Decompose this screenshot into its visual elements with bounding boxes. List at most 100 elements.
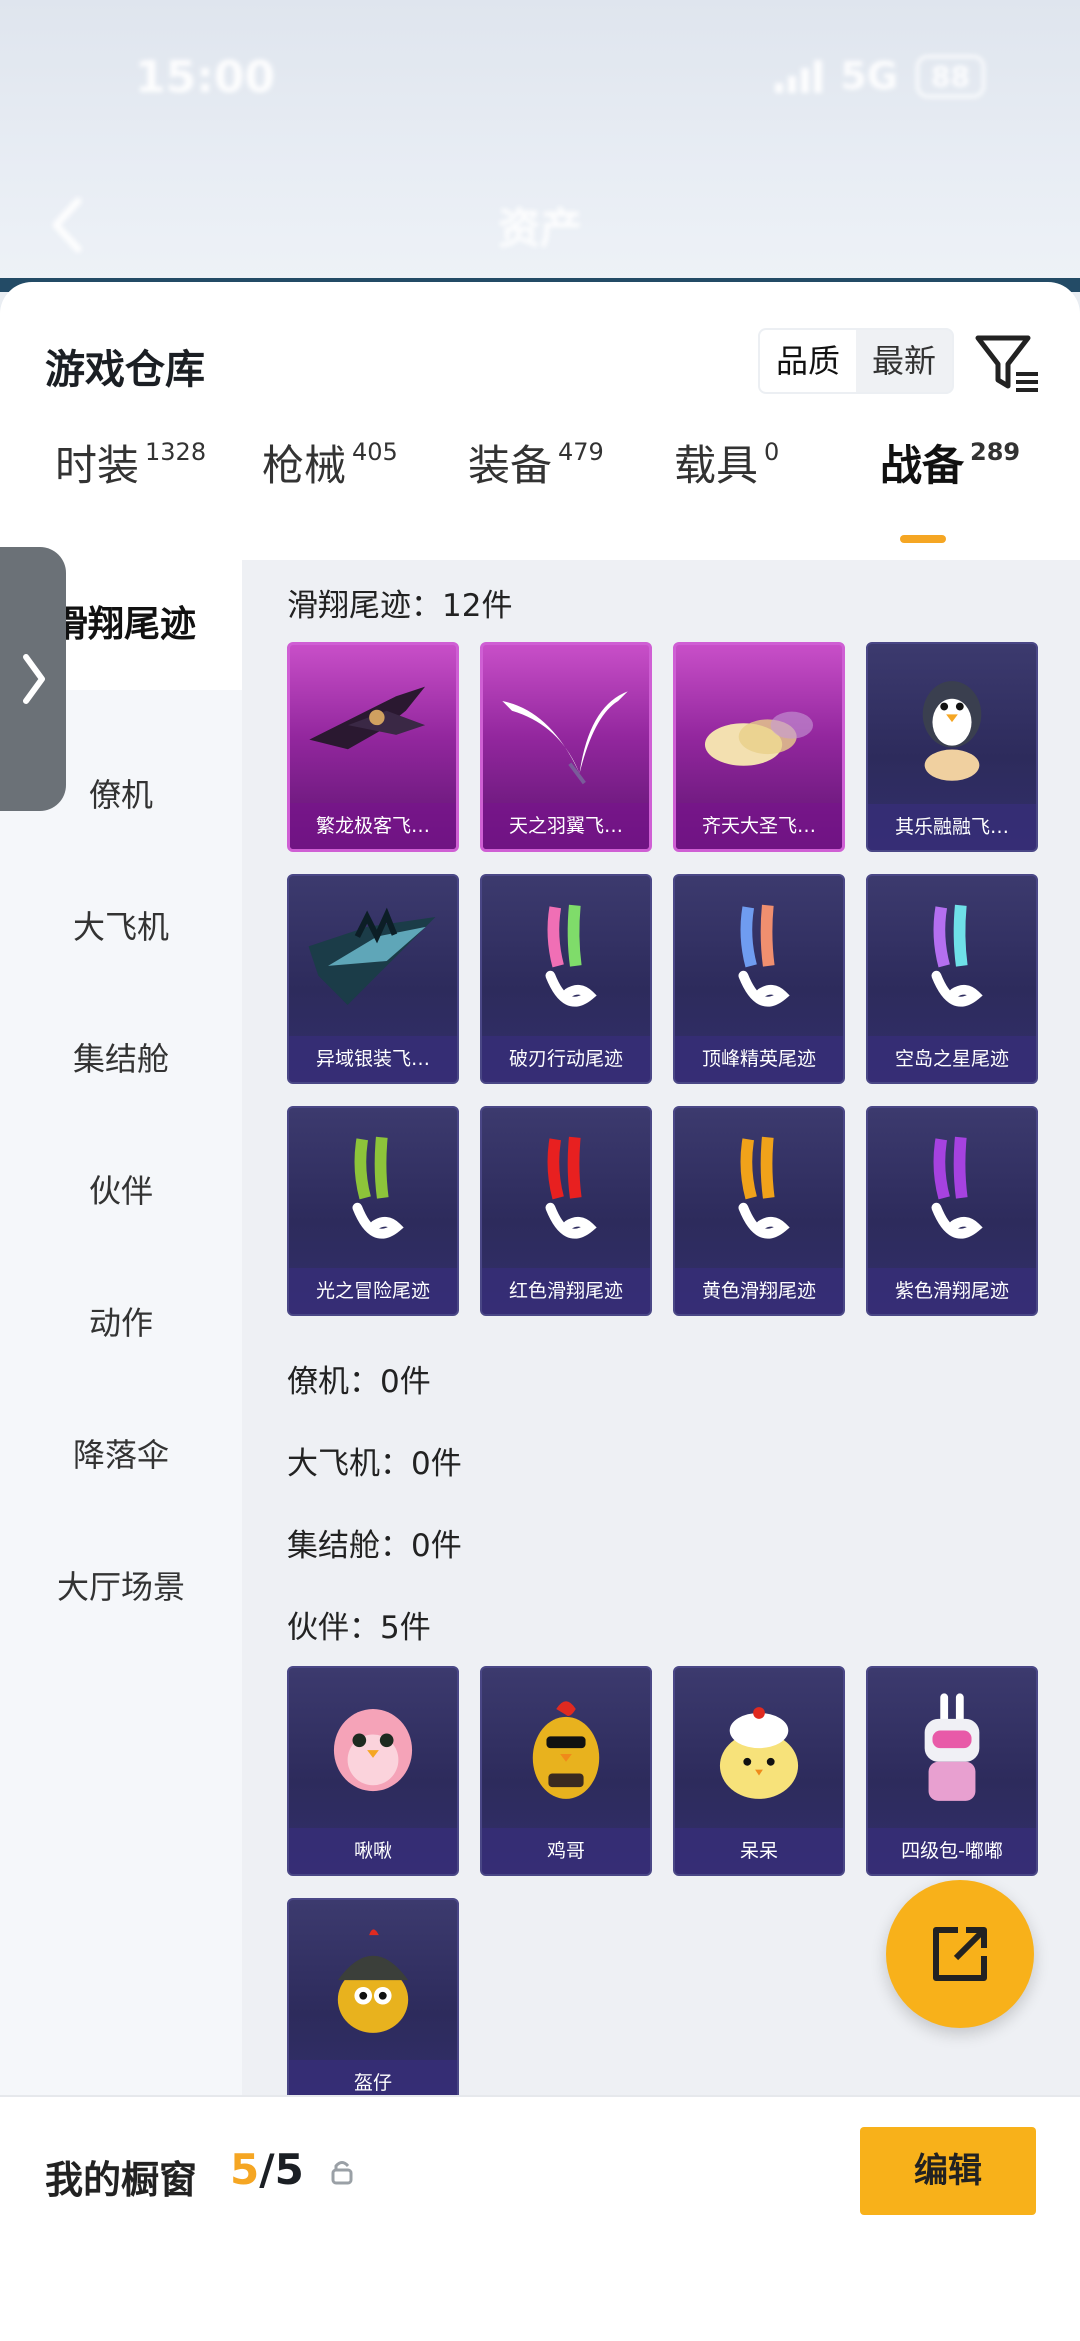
yellow-trail-image [738, 1136, 790, 1239]
section-wingman-label: 僚机：0件 [287, 1364, 431, 1400]
item-card[interactable]: 其乐融融飞… [866, 642, 1038, 852]
silver-glider-image [308, 907, 436, 1005]
section-partner-label: 伙伴：5件 [287, 1610, 431, 1646]
item-name: 顶峰精英尾迹 [675, 1036, 843, 1082]
nav-item-emote[interactable]: 动作 [0, 1298, 242, 1344]
showcase-title: 我的橱窗 [45, 2158, 198, 2202]
tab-equipment[interactable]: 装备 479 [468, 432, 604, 493]
item-card[interactable]: 异域银装飞… [287, 874, 459, 1084]
tab-vehicles-count: 0 [764, 438, 780, 466]
item-name: 齐天大圣飞… [676, 803, 842, 849]
item-name: 紫色滑翔尾迹 [868, 1268, 1036, 1314]
robot-bunny-image [924, 1693, 980, 1801]
item-name: 异域银装飞… [289, 1036, 457, 1082]
status-time: 15:00 [135, 52, 276, 103]
sort-newest-button[interactable]: 最新 [856, 330, 952, 392]
item-card[interactable]: 破刃行动尾迹 [480, 874, 652, 1084]
item-card[interactable]: 繁龙极客飞… [287, 642, 459, 852]
item-name: 繁龙极客飞… [290, 803, 456, 849]
item-card[interactable]: 齐天大圣飞… [673, 642, 845, 852]
top-header: 15:00 5G 88 资产 [0, 0, 1080, 285]
tab-weapons-label: 枪械 [262, 441, 347, 490]
item-grid: 滑翔尾迹：12件 繁龙极客飞… 天之羽翼飞… 齐天大圣飞… 其乐融融飞… 异域银… [242, 560, 1080, 2102]
tab-equipment-label: 装备 [468, 441, 553, 490]
nav-item-parachute[interactable]: 降落伞 [0, 1430, 242, 1476]
item-name: 鸡哥 [482, 1828, 650, 1874]
item-card[interactable]: 盔仔 [287, 1898, 459, 2102]
sort-quality-button[interactable]: 品质 [760, 330, 857, 392]
penguin-glider-image [922, 681, 982, 781]
warehouse-title: 游戏仓库 [45, 347, 205, 393]
tab-fashion[interactable]: 时装 1328 [55, 432, 206, 493]
item-name: 啾啾 [289, 1828, 457, 1874]
sort-toggle: 品质 最新 [758, 328, 955, 394]
section-plane-label: 大飞机：0件 [287, 1446, 462, 1482]
network-type: 5G [840, 54, 899, 98]
item-name: 天之羽翼飞… [483, 803, 649, 849]
red-trail-image [545, 1136, 597, 1239]
battery-icon: 88 [916, 54, 985, 98]
chevron-right-icon [23, 654, 45, 704]
tab-combat-prep[interactable]: 战备 289 [880, 432, 1020, 493]
lock-icon [331, 2161, 353, 2185]
item-card[interactable]: 红色滑翔尾迹 [480, 1106, 652, 1316]
warehouse-sheet: 游戏仓库 品质 最新 时装 1328 枪械 405 装备 479 载具 0 战备 289 … [0, 282, 1080, 2102]
item-card[interactable]: 天之羽翼飞… [480, 642, 652, 852]
item-card[interactable]: 啾啾 [287, 1666, 459, 1876]
rooster-image [532, 1701, 600, 1799]
pink-bird-image [333, 1709, 413, 1792]
rainbow-trail-image [545, 904, 597, 1007]
tab-weapons[interactable]: 枪械 405 [262, 432, 398, 493]
purple-trail-image [931, 1136, 983, 1239]
share-fab[interactable] [886, 1880, 1034, 2028]
showcase-bar: 我的橱窗 5/5 编辑 [0, 2095, 1080, 2341]
tab-combat-prep-label: 战备 [880, 441, 965, 490]
item-name: 其乐融融飞… [868, 804, 1036, 850]
star-trail-image [931, 904, 983, 1007]
item-card[interactable]: 呆呆 [673, 1666, 845, 1876]
item-card[interactable]: 鸡哥 [480, 1666, 652, 1876]
tab-equipment-count: 479 [558, 438, 604, 466]
chick-image [719, 1707, 799, 1799]
nav-item-pod[interactable]: 集结舱 [0, 1034, 242, 1080]
item-card[interactable]: 四级包-嘟嘟 [866, 1666, 1038, 1876]
side-drawer-handle[interactable] [0, 547, 66, 811]
tab-vehicles-label: 载具 [674, 441, 759, 490]
showcase-total: /5 [259, 2145, 304, 2194]
page-title: 资产 [497, 204, 582, 253]
dragon-glider-image [309, 686, 426, 750]
item-card[interactable]: 光之冒险尾迹 [287, 1106, 459, 1316]
item-name: 光之冒险尾迹 [289, 1268, 457, 1314]
item-name: 呆呆 [675, 1828, 843, 1874]
nav-item-plane[interactable]: 大飞机 [0, 902, 242, 948]
item-card[interactable]: 黄色滑翔尾迹 [673, 1106, 845, 1316]
nav-item-lobby-scene[interactable]: 大厅场景 [0, 1562, 242, 1608]
active-tab-indicator [900, 535, 946, 543]
status-indicators: 5G 88 [775, 54, 985, 98]
share-icon [933, 1927, 987, 1981]
item-card[interactable]: 紫色滑翔尾迹 [866, 1106, 1038, 1316]
tab-vehicles[interactable]: 载具 0 [674, 432, 779, 493]
filter-icon[interactable] [972, 328, 1042, 398]
category-tabs: 时装 1328 枪械 405 装备 479 载具 0 战备 289 [0, 432, 1080, 527]
tab-combat-prep-count: 289 [970, 438, 1021, 466]
item-card[interactable]: 顶峰精英尾迹 [673, 874, 845, 1084]
tab-fashion-label: 时装 [55, 441, 140, 490]
item-name: 四级包-嘟嘟 [868, 1828, 1036, 1874]
edit-button[interactable]: 编辑 [860, 2127, 1036, 2215]
nav-item-partner[interactable]: 伙伴 [0, 1166, 242, 1212]
tab-weapons-count: 405 [352, 438, 398, 466]
item-name: 红色滑翔尾迹 [482, 1268, 650, 1314]
showcase-count: 5/5 [230, 2145, 304, 2194]
golden-cloud-image [704, 711, 814, 766]
tab-fashion-count: 1328 [145, 438, 207, 466]
section-glide-label: 滑翔尾迹：12件 [287, 588, 513, 624]
item-card[interactable]: 空岛之星尾迹 [866, 874, 1038, 1084]
showcase-current: 5 [230, 2145, 260, 2194]
section-pod-label: 集结舱：0件 [287, 1528, 462, 1564]
helmet-chick-image [337, 1929, 409, 2033]
item-name: 空岛之星尾迹 [868, 1036, 1036, 1082]
peak-trail-image [738, 904, 790, 1007]
item-name: 黄色滑翔尾迹 [675, 1268, 843, 1314]
feather-wings-image [502, 691, 628, 785]
